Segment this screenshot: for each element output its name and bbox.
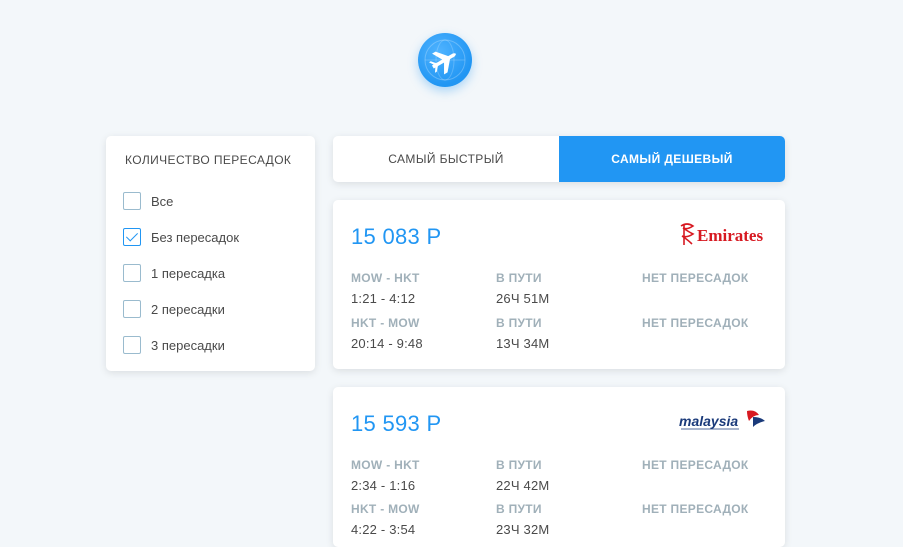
segment-time: 4:22 - 3:54 [351, 522, 416, 537]
filter-option-nonstop[interactable]: Без пересадок [123, 227, 303, 247]
segment-duration: 26Ч 51М [496, 291, 550, 306]
filter-option-all[interactable]: Все [123, 191, 303, 211]
carrier-logo-malaysia: malaysia [677, 407, 769, 440]
segment-duration: 13Ч 34М [496, 336, 550, 351]
filter-option-label: 2 пересадки [151, 301, 225, 317]
segment-stops-label: НЕТ ПЕРЕСАДОК [642, 502, 749, 516]
ticket-card[interactable]: 15 083 Р Emirates MOW - HKT 1:21 - 4:12 … [333, 200, 785, 369]
segment-route: MOW - HKT [351, 271, 420, 285]
segment-route: MOW - HKT [351, 458, 420, 472]
filter-option-label: Без пересадок [151, 229, 240, 245]
segment-duration-label: В ПУТИ [496, 458, 542, 472]
tab-fastest[interactable]: САМЫЙ БЫСТРЫЙ [333, 136, 559, 182]
segment-stops-label: НЕТ ПЕРЕСАДОК [642, 458, 749, 472]
segment-route: HKT - MOW [351, 502, 420, 516]
checkbox-checked[interactable] [123, 228, 141, 246]
segment-stops-label: НЕТ ПЕРЕСАДОК [642, 271, 749, 285]
segment-duration-label: В ПУТИ [496, 316, 542, 330]
filter-option-2-stops[interactable]: 2 пересадки [123, 299, 303, 319]
ticket-price: 15 083 Р [351, 224, 442, 249]
app-logo [418, 33, 472, 87]
segment-duration: 22Ч 42М [496, 478, 550, 493]
checkbox[interactable] [123, 300, 141, 318]
filter-option-1-stop[interactable]: 1 пересадка [123, 263, 303, 283]
segment-outbound: MOW - HKT 2:34 - 1:16 В ПУТИ 22Ч 42М НЕТ… [351, 458, 771, 494]
segment-return: HKT - MOW 20:14 - 9:48 В ПУТИ 13Ч 34М НЕ… [351, 316, 771, 352]
svg-text:malaysia: malaysia [679, 413, 738, 429]
filter-option-label: Все [151, 193, 174, 209]
checkbox[interactable] [123, 192, 141, 210]
segment-time: 1:21 - 4:12 [351, 291, 416, 306]
segment-return: HKT - MOW 4:22 - 3:54 В ПУТИ 23Ч 32М НЕТ… [351, 502, 771, 538]
filter-title: КОЛИЧЕСТВО ПЕРЕСАДОК [125, 153, 292, 167]
filter-option-3-stops[interactable]: 3 пересадки [123, 335, 303, 355]
airplane-icon [424, 39, 466, 81]
carrier-logo-emirates: Emirates [677, 220, 769, 253]
stops-filter-panel: КОЛИЧЕСТВО ПЕРЕСАДОК Все Без пересадок 1… [106, 136, 315, 371]
sort-tabs: САМЫЙ БЫСТРЫЙ САМЫЙ ДЕШЕВЫЙ [333, 136, 785, 182]
checkbox[interactable] [123, 336, 141, 354]
segment-route: HKT - MOW [351, 316, 420, 330]
filter-option-label: 3 пересадки [151, 337, 225, 353]
filter-option-label: 1 пересадка [151, 265, 226, 281]
segment-duration-label: В ПУТИ [496, 502, 542, 516]
ticket-card[interactable]: 15 593 Р malaysia MOW - HKT 2:34 - 1:16 … [333, 387, 785, 547]
segment-time: 20:14 - 9:48 [351, 336, 423, 351]
segment-outbound: MOW - HKT 1:21 - 4:12 В ПУТИ 26Ч 51М НЕТ… [351, 271, 771, 307]
svg-text:Emirates: Emirates [697, 226, 763, 245]
tab-cheapest[interactable]: САМЫЙ ДЕШЕВЫЙ [559, 136, 785, 182]
segment-duration-label: В ПУТИ [496, 271, 542, 285]
segment-time: 2:34 - 1:16 [351, 478, 416, 493]
segment-stops-label: НЕТ ПЕРЕСАДОК [642, 316, 749, 330]
checkbox[interactable] [123, 264, 141, 282]
ticket-price: 15 593 Р [351, 411, 442, 436]
segment-duration: 23Ч 32М [496, 522, 550, 537]
